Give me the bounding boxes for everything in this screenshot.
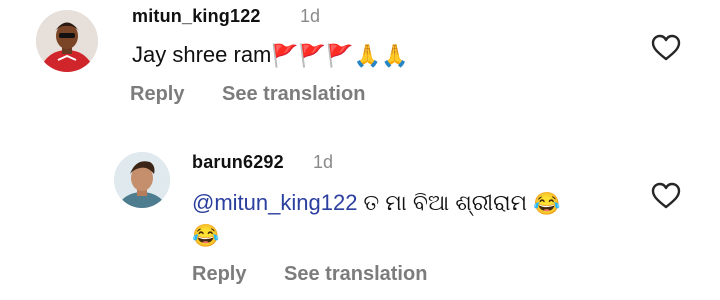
timestamp: 1d (300, 6, 321, 26)
comment-1: mitun_king122 1d Jay shree ram🚩🚩🚩🙏🙏 Repl… (0, 0, 720, 130)
heart-icon[interactable] (651, 182, 681, 210)
comment-text-line-2: 😂 (192, 222, 219, 249)
comment-text: @mitun_king122 ତ ମା ବିଆ ଶ୍ରୀରାମ 😂 (192, 190, 561, 217)
comment-actions: Reply See translation (192, 263, 427, 286)
comment-2: barun6292 1d @mitun_king122 ତ ମା ବିଆ ଶ୍ର… (0, 140, 720, 300)
reply-button[interactable]: Reply (130, 83, 184, 106)
username[interactable]: barun6292 (192, 152, 284, 173)
avatar[interactable] (36, 10, 98, 72)
see-translation-button[interactable]: See translation (222, 83, 365, 106)
tears-of-joy-icon: 😂 (533, 191, 561, 217)
see-translation-button[interactable]: See translation (284, 263, 427, 286)
heart-icon[interactable] (651, 34, 681, 62)
comment-body: ତ ମା ବିଆ ଶ୍ରୀରାମ (357, 190, 534, 215)
red-flag-icon: 🚩 (271, 43, 299, 69)
avatar[interactable] (114, 152, 170, 208)
red-flag-icon: 🚩 (326, 43, 354, 69)
mention-link[interactable]: @mitun_king122 (192, 190, 357, 215)
comment-actions: Reply See translation (130, 83, 365, 106)
timestamp: 1d (313, 152, 334, 172)
folded-hands-icon: 🙏 (353, 43, 382, 69)
tears-of-joy-icon: 😂 (192, 223, 220, 249)
user-photo-icon (114, 152, 170, 208)
reply-button[interactable]: Reply (192, 263, 246, 286)
username[interactable]: mitun_king122 (132, 6, 261, 27)
red-flag-icon: 🚩 (298, 43, 327, 69)
folded-hands-icon: 🙏 (381, 43, 409, 69)
user-photo-icon (36, 10, 98, 72)
comment-body: Jay shree ram (132, 42, 272, 67)
comment-text: Jay shree ram🚩🚩🚩🙏🙏 (132, 42, 408, 69)
